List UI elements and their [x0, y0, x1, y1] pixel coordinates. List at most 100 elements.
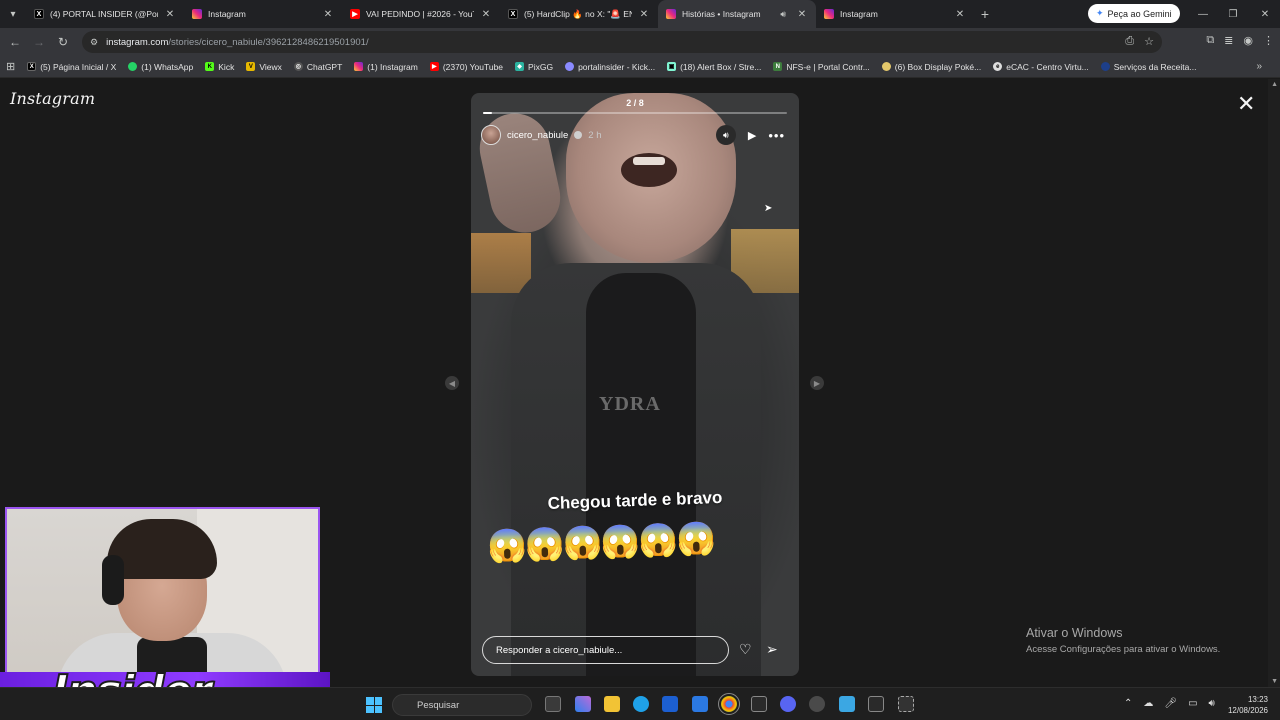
close-story-icon[interactable]: ✕: [1237, 93, 1255, 115]
media-controls-icon[interactable]: ≣: [1224, 34, 1233, 47]
tab-instagram-1[interactable]: Instagram ✕: [184, 0, 342, 28]
story-viewer[interactable]: YDRA 2 / 8 cicero_nabiule 2 h 🔊︎ ▶ ••• ➤…: [471, 93, 799, 676]
capcut-icon[interactable]: [868, 696, 884, 712]
bookmark-item[interactable]: (1) WhatsApp: [128, 62, 193, 72]
bookmark-item[interactable]: (1) Instagram: [354, 62, 418, 72]
volume-icon[interactable]: 🔊︎: [1209, 698, 1215, 709]
copilot-icon[interactable]: [575, 696, 591, 712]
tab-instagram-2[interactable]: Instagram ✕: [816, 0, 974, 28]
tab-label: (5) HardClip 🔥 no X: "🚨 ENTE: [524, 8, 632, 19]
windows-activation-notice: Ativar o Windows Acesse Configurações pa…: [1026, 626, 1220, 655]
verified-badge-icon: [574, 131, 583, 139]
next-story-arrow-icon[interactable]: ▶: [810, 376, 824, 390]
start-windows-icon[interactable]: [366, 697, 382, 713]
capcut-icon[interactable]: [751, 696, 767, 712]
scroll-down-arrow-icon[interactable]: ▼: [1271, 678, 1278, 685]
bookmarks-overflow-icon[interactable]: »: [1256, 61, 1262, 72]
bookmark-label: (18) Alert Box / Stre...: [680, 61, 762, 72]
clock-date: 12/08/2026: [1227, 706, 1268, 715]
bookmark-item[interactable]: ◎ ChatGPT: [293, 61, 343, 72]
cloud-icon[interactable]: ☁: [1143, 698, 1153, 709]
bookmark-item[interactable]: ▶ (2370) YouTube: [429, 62, 503, 72]
tab-search-chevron-icon[interactable]: ▾: [0, 0, 26, 28]
instagram-logo[interactable]: Instagram: [10, 89, 95, 108]
youtube-icon: ▶: [350, 9, 360, 19]
menu-kebab-icon[interactable]: ⋮: [1263, 34, 1274, 47]
page-scrollbar[interactable]: ▲ ▼: [1268, 79, 1280, 687]
bookmark-star-icon[interactable]: ☆: [1144, 35, 1154, 48]
snipping-tool-icon[interactable]: [898, 696, 914, 712]
app-icon[interactable]: [839, 696, 855, 712]
play-icon[interactable]: ▶: [748, 129, 756, 142]
ask-gemini-button[interactable]: ✦ Peça ao Gemini: [1088, 4, 1180, 23]
share-send-icon[interactable]: ➢: [766, 641, 778, 658]
minimize-button[interactable]: —: [1188, 0, 1218, 28]
microphone-icon[interactable]: 🎤︎: [1164, 698, 1177, 709]
like-heart-icon[interactable]: ♡: [739, 641, 752, 658]
scroll-up-arrow-icon[interactable]: ▲: [1271, 81, 1278, 88]
taskbar-clock[interactable]: 13:23 12/08/2026: [1222, 694, 1268, 716]
reload-button[interactable]: ↻: [51, 35, 75, 49]
window-close-button[interactable]: ✕: [1250, 0, 1280, 28]
bookmark-item[interactable]: e eCAC - Centro Virtu...: [993, 62, 1089, 72]
bookmark-item[interactable]: portalinsider - Kick...: [565, 62, 655, 72]
more-options-icon[interactable]: •••: [768, 128, 785, 143]
close-tab-icon[interactable]: ✕: [164, 9, 176, 20]
headset-icon: [102, 555, 124, 605]
forward-button[interactable]: →: [27, 35, 51, 49]
install-app-icon[interactable]: ⎙: [1125, 35, 1134, 48]
outlook-icon[interactable]: [692, 696, 708, 712]
close-tab-icon[interactable]: ✕: [322, 9, 334, 20]
bookmark-item[interactable]: X (5) Página Inicial / X: [27, 62, 116, 72]
reply-input[interactable]: Responder a cicero_nabiule...: [482, 636, 729, 664]
pixgg-icon: ◆: [515, 62, 525, 71]
bookmark-item[interactable]: N NFS-e | Portal Contr...: [773, 62, 870, 72]
previous-story-arrow-icon[interactable]: ◀: [445, 376, 459, 390]
bookmark-item[interactable]: ▣ (18) Alert Box / Stre...: [667, 62, 761, 72]
tab-youtube[interactable]: ▶ VAI PEDINDO | #2026 - YouTub ✕: [342, 0, 500, 28]
story-username[interactable]: cicero_nabiule: [507, 130, 568, 141]
store-icon[interactable]: [662, 696, 678, 712]
tab-hardclip-x[interactable]: X (5) HardClip 🔥 no X: "🚨 ENTE ✕: [500, 0, 658, 28]
bookmark-item[interactable]: Serviços da Receita...: [1100, 62, 1196, 72]
tab-historias-instagram[interactable]: Histórias • Instagram 🔊︎ ✕: [658, 0, 816, 28]
mouse-cursor-icon: ➤: [764, 203, 773, 214]
discord-icon[interactable]: [780, 696, 796, 712]
tab-portal-insider-x[interactable]: X (4) PORTAL INSIDER (@Portal_In ✕: [26, 0, 184, 28]
back-button[interactable]: ←: [3, 35, 27, 49]
bookmark-item[interactable]: ◆ PixGG: [515, 62, 553, 72]
task-view-icon[interactable]: [545, 696, 561, 712]
restore-button[interactable]: ❐: [1218, 0, 1248, 28]
close-tab-icon[interactable]: ✕: [796, 9, 808, 20]
bookmark-label: ChatGPT: [306, 61, 343, 72]
bookmark-item[interactable]: K Kick: [205, 62, 234, 72]
pokemon-icon: [881, 62, 891, 71]
close-tab-icon[interactable]: ✕: [954, 9, 966, 20]
bookmark-label: PixGG: [528, 61, 554, 72]
speaker-icon[interactable]: 🔊︎: [780, 9, 786, 20]
apps-grid-icon[interactable]: ⊞: [6, 60, 15, 73]
extensions-icon[interactable]: ⧉: [1206, 34, 1214, 47]
chevron-up-icon[interactable]: ⌃: [1124, 698, 1132, 709]
edge-icon[interactable]: [633, 696, 649, 712]
taskbar-search-input[interactable]: Pesquisar: [392, 694, 532, 716]
instagram-icon: [192, 9, 202, 19]
new-tab-button[interactable]: +: [974, 6, 996, 22]
close-tab-icon[interactable]: ✕: [638, 9, 650, 20]
bookmark-item[interactable]: V Viewx: [246, 62, 282, 72]
volume-icon[interactable]: 🔊︎: [715, 125, 736, 145]
display-icon[interactable]: ▭: [1188, 698, 1197, 709]
chrome-icon[interactable]: [718, 693, 740, 715]
bookmarks-bar: ⊞ X (5) Página Inicial / X (1) WhatsApp K…: [0, 56, 1280, 78]
file-explorer-icon[interactable]: [604, 696, 620, 712]
profile-avatar[interactable]: ◉: [1243, 34, 1253, 47]
obs-icon[interactable]: [809, 696, 825, 712]
site-info-icon[interactable]: ⚙: [90, 37, 98, 48]
story-progress-bar: [483, 112, 787, 114]
bookmark-item[interactable]: (6) Box Display Poké...: [881, 62, 981, 72]
address-bar[interactable]: ⚙ instagram.com/stories/cicero_nabiule/3…: [82, 31, 1162, 53]
tab-label: Histórias • Instagram: [682, 9, 761, 19]
avatar[interactable]: [481, 125, 501, 145]
x-icon: X: [508, 9, 518, 19]
close-tab-icon[interactable]: ✕: [480, 9, 492, 20]
